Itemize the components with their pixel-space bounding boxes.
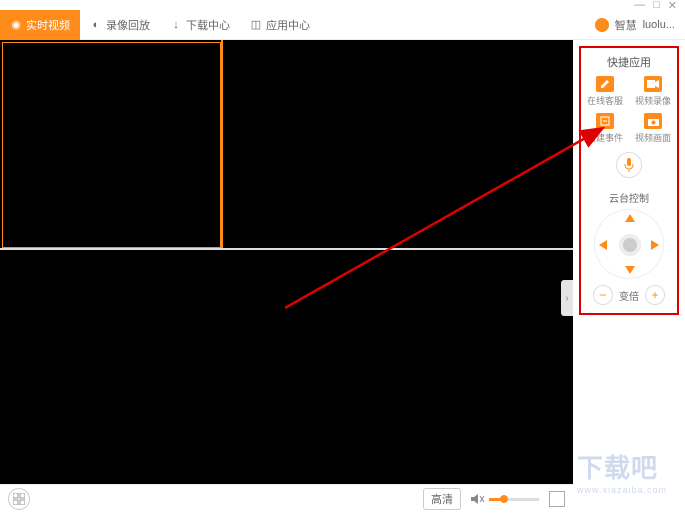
volume-slider[interactable]: [489, 498, 539, 501]
panel-title: 快捷应用: [607, 54, 651, 70]
edit-icon: [596, 76, 614, 92]
user-name[interactable]: luolu...: [643, 19, 675, 31]
close-button[interactable]: ✕: [668, 0, 677, 12]
video-grid: [0, 40, 573, 484]
quality-selector[interactable]: 高清: [423, 488, 461, 510]
playback-icon: ◐: [90, 19, 102, 31]
tab-realtime-video[interactable]: ◉ 实时视频: [0, 10, 80, 40]
quick-online-service[interactable]: 在线客服: [583, 76, 627, 107]
video-cell-3[interactable]: [2, 250, 221, 482]
maximize-button[interactable]: □: [653, 0, 660, 11]
grid-divider: [0, 248, 573, 250]
capture-icon: [644, 113, 662, 129]
minimize-button[interactable]: —: [634, 0, 645, 11]
video-cell-2[interactable]: [223, 42, 571, 248]
right-sidebar: 快捷应用 在线客服 视频录像 创建事件 视频画面: [573, 40, 685, 484]
speaker-muted-icon: [471, 493, 485, 505]
quick-label: 视频录像: [635, 94, 671, 107]
mic-icon: [624, 158, 634, 172]
grid-icon: [13, 493, 25, 505]
avatar[interactable]: [595, 18, 609, 32]
tab-label: 实时视频: [26, 17, 70, 33]
bottom-bar: 高清: [0, 484, 573, 513]
apps-icon: ◫: [250, 19, 262, 31]
ptz-right[interactable]: [651, 240, 659, 250]
ptz-left[interactable]: [599, 240, 607, 250]
main-toolbar: ◉ 实时视频 ◐ 录像回放 ↓ 下载中心 ◫ 应用中心 智慧 luolu...: [0, 10, 685, 40]
brand-label: 智慧: [615, 17, 637, 33]
tab-download-center[interactable]: ↓ 下载中心: [160, 10, 240, 40]
quick-label: 创建事件: [587, 131, 623, 144]
quick-label: 视频画面: [635, 131, 671, 144]
video-cell-4[interactable]: [223, 250, 571, 482]
quick-video-record[interactable]: 视频录像: [631, 76, 675, 107]
event-icon: [596, 113, 614, 129]
quick-label: 在线客服: [587, 94, 623, 107]
download-icon: ↓: [170, 19, 182, 31]
quick-apps-panel: 快捷应用 在线客服 视频录像 创建事件 视频画面: [579, 46, 679, 315]
video-cell-1[interactable]: [2, 42, 221, 248]
zoom-in-button[interactable]: +: [645, 285, 665, 305]
ptz-control: [594, 209, 664, 279]
ptz-up[interactable]: [625, 214, 635, 222]
record-icon: [644, 76, 662, 92]
tab-playback[interactable]: ◐ 录像回放: [80, 10, 160, 40]
tab-label: 录像回放: [106, 17, 150, 33]
ptz-down[interactable]: [625, 266, 635, 274]
ptz-title: 云台控制: [609, 190, 649, 205]
volume-control[interactable]: [471, 493, 539, 505]
sidebar-collapse[interactable]: ›: [561, 280, 573, 316]
zoom-label: 变倍: [619, 288, 639, 303]
zoom-out-button[interactable]: −: [593, 285, 613, 305]
tab-app-center[interactable]: ◫ 应用中心: [240, 10, 320, 40]
ptz-center[interactable]: [619, 234, 641, 256]
mic-button[interactable]: [616, 152, 642, 178]
layout-button[interactable]: [8, 488, 30, 510]
quick-video-screen[interactable]: 视频画面: [631, 113, 675, 144]
camera-icon: ◉: [10, 19, 22, 31]
fullscreen-button[interactable]: [549, 491, 565, 507]
quick-create-event[interactable]: 创建事件: [583, 113, 627, 144]
grid-divider: [221, 40, 223, 248]
tab-label: 应用中心: [266, 17, 310, 33]
tab-label: 下载中心: [186, 17, 230, 33]
